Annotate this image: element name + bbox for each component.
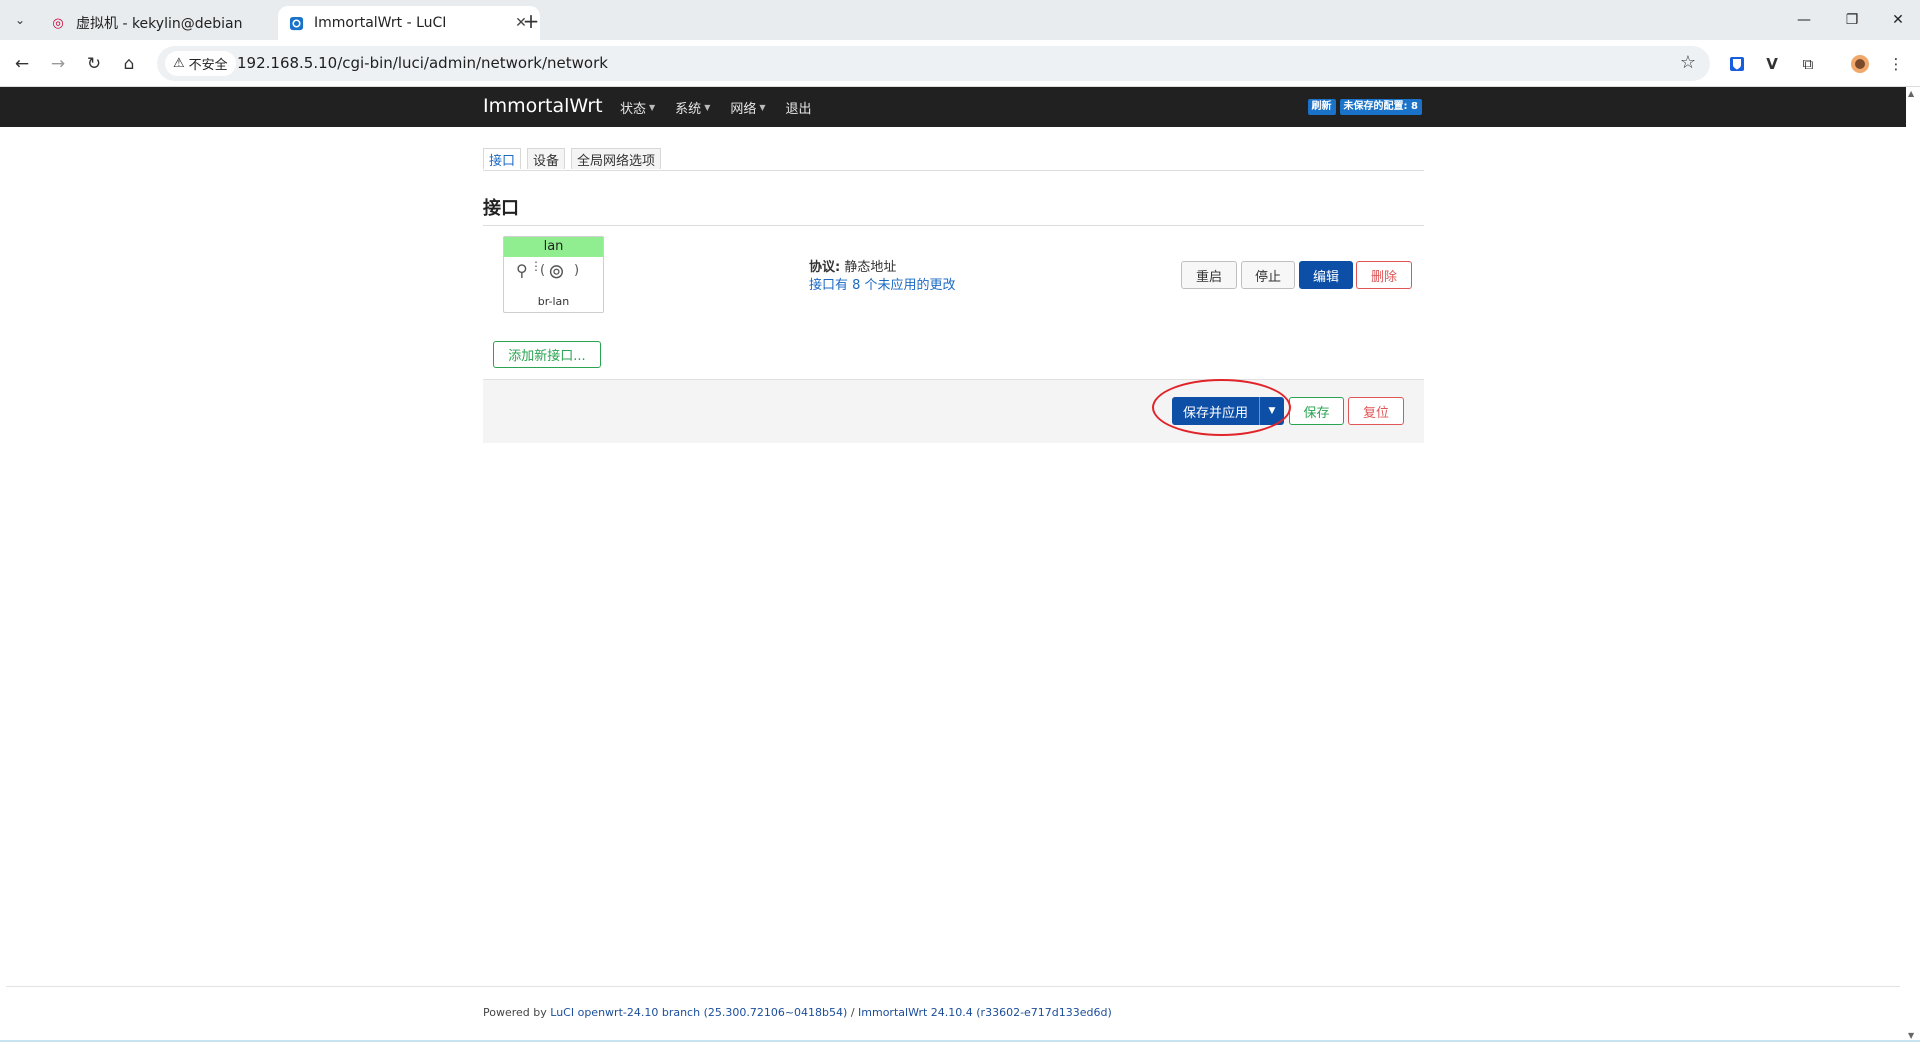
bookmark-star-icon[interactable]: ☆ [1680,52,1696,73]
interface-name: lan [504,237,603,257]
security-label: 不安全 [188,58,228,73]
protocol-info: 协议: 静态地址 [809,256,896,275]
reload-icon[interactable]: ↻ [80,50,108,78]
protocol-label: 协议: [809,260,841,275]
footer: Powered by LuCI openwrt-24.10 branch (25… [483,1006,1112,1019]
stop-button[interactable]: 停止 [1241,261,1295,289]
warning-triangle-icon: ⚠ [173,56,185,71]
back-arrow-icon[interactable]: ← [8,50,36,78]
ethernet-port-icon: ⚲ [516,261,528,280]
protocol-value: 静态地址 [844,260,897,275]
vertical-scrollbar[interactable]: ▲ ▼ [1906,87,1920,1042]
browser-tab-debian[interactable]: ◎ 虚拟机 - kekylin@debian ✕ [40,6,302,40]
minimize-icon[interactable]: — [1784,6,1824,34]
bracket-icon: ) [574,263,580,278]
menu-status[interactable]: 状态 ▼ [620,98,655,117]
tab-interfaces[interactable]: 接口 [483,148,522,169]
profile-avatar-icon[interactable] [1848,52,1872,76]
cbi-tabmenu: 接口 设备 全局网络选项 [483,148,1424,171]
add-interface-button[interactable]: 添加新接口... [493,341,601,368]
top-menu: 状态 ▼ 系统 ▼ 网络 ▼ 退出 [620,98,832,117]
close-window-icon[interactable]: ✕ [1878,6,1918,34]
chevron-down-icon: ▼ [649,103,656,112]
browser-toolbar: ← → ↻ ⌂ ⚠ 不安全 192.168.5.10/cgi-bin/luci/… [0,40,1920,87]
forward-arrow-icon[interactable]: → [44,50,72,78]
menu-logout[interactable]: 退出 [786,98,812,117]
scroll-down-icon[interactable]: ▼ [1908,1031,1914,1040]
delete-button[interactable]: 删除 [1356,261,1412,289]
footer-separator: / [847,1006,859,1019]
chevron-down-icon: ▼ [704,103,711,112]
browser-tab-luci[interactable]: ImmortalWrt - LuCI ✕ [278,6,540,40]
indicators: 刷新 未保存的配置: 8 [1304,99,1422,115]
brand-logo[interactable]: ImmortalWrt [483,95,603,117]
luci-header: ImmortalWrt 状态 ▼ 系统 ▼ 网络 ▼ 退出 刷新 未保存的配置: 8 [0,87,1906,127]
unsaved-changes-indicator[interactable]: 未保存的配置: 8 [1339,99,1422,115]
bracket-icon: ( [540,263,546,278]
bitwarden-extension-icon[interactable] [1725,52,1749,76]
pending-changes-link[interactable]: 接口有 8 个未应用的更改 [809,274,956,293]
edit-button[interactable]: 编辑 [1299,261,1353,289]
tab-search-chevron-icon[interactable]: ⌄ [8,8,32,32]
tab-global-options[interactable]: 全局网络选项 [571,148,662,169]
annotation-ellipse [1152,379,1291,436]
save-button[interactable]: 保存 [1289,397,1344,425]
interface-icons: ⚲ ⋮ ( ⊚ ) [514,259,594,291]
firmware-version-link[interactable]: ImmortalWrt 24.10.4 (r33602-e717d133ed6d… [858,1006,1112,1019]
vimium-extension-icon[interactable]: V [1760,52,1784,76]
browser-tab-strip: ⌄ ◎ 虚拟机 - kekylin@debian ✕ ImmortalWrt -… [0,0,1920,40]
tab-title: ImmortalWrt - LuCI [314,15,447,31]
refresh-indicator[interactable]: 刷新 [1307,99,1336,115]
interface-box-lan: lan ⚲ ⋮ ( ⊚ ) br-lan [503,236,604,313]
bridge-icon: ⊚ [548,259,565,283]
menu-network[interactable]: 网络 ▼ [730,98,765,117]
tab-title: 虚拟机 - kekylin@debian [76,16,243,32]
new-tab-plus-icon[interactable]: + [520,9,542,33]
restore-window-icon[interactable]: ❐ [1832,6,1872,34]
reset-button[interactable]: 复位 [1348,397,1404,425]
chevron-down-icon: ▼ [759,103,766,112]
address-bar[interactable]: ⚠ 不安全 192.168.5.10/cgi-bin/luci/admin/ne… [157,46,1710,81]
url-text[interactable]: 192.168.5.10/cgi-bin/luci/admin/network/… [237,54,608,72]
restart-button[interactable]: 重启 [1181,261,1237,289]
footer-prefix: Powered by [483,1006,551,1019]
tab-devices[interactable]: 设备 [527,148,566,169]
home-icon[interactable]: ⌂ [115,50,143,78]
interface-device: br-lan [537,295,570,308]
debian-icon: ◎ [52,15,64,31]
section-title: 接口 [483,198,519,219]
luci-icon [288,15,304,31]
menu-system[interactable]: 系统 ▼ [675,98,710,117]
section-divider [483,225,1424,226]
extensions-puzzle-icon[interactable]: ⧉ [1796,52,1820,76]
scroll-up-icon[interactable]: ▲ [1908,89,1914,98]
luci-version-link[interactable]: LuCI openwrt-24.10 branch (25.300.72106~… [550,1006,847,1019]
security-chip[interactable]: ⚠ 不安全 [165,51,236,76]
browser-menu-kebab-icon[interactable]: ⋮ [1884,52,1908,76]
footer-divider [6,986,1900,987]
